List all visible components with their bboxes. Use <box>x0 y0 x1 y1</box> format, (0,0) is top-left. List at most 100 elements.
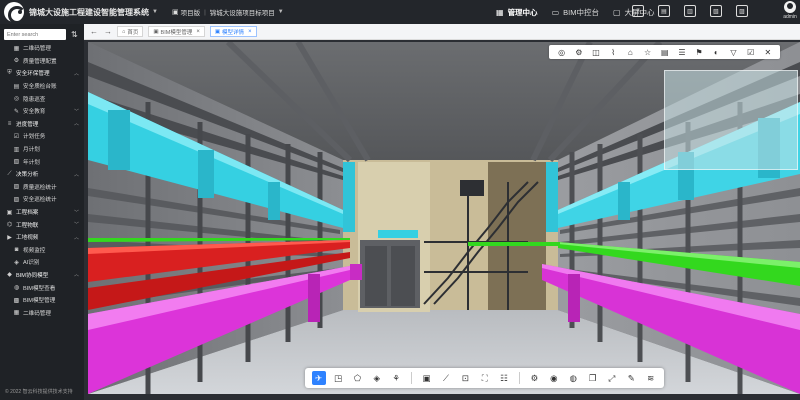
bottom-toolbar: ✈ ◳ ⬠ ◈ ⚘ ▣ ⟋ ⊡ ⛶ ☷ ⚙ ◉ ◍ ❐ ⤢ ✎ ≋ <box>305 368 665 388</box>
star-icon[interactable]: ☆ <box>642 46 654 58</box>
copy-icon[interactable]: ❐ <box>586 371 600 385</box>
sidebar-item[interactable]: ▶ 工地视频 ︿ <box>0 231 84 244</box>
camera-icon[interactable]: ◳ <box>331 371 345 385</box>
message-icon[interactable]: ≡ <box>632 5 644 17</box>
stats-icon: ▨ <box>13 196 20 203</box>
sidebar-item[interactable]: ▨ 安全巡检统计 <box>0 193 84 206</box>
sidebar-item-label: 工程物联 <box>16 222 39 229</box>
sidebar-item[interactable]: ▤ 安全质检台账 <box>0 80 84 93</box>
sidebar-item[interactable]: ▩ BIM模型管理 <box>0 294 84 307</box>
calendar-icon[interactable]: ▤ <box>658 5 670 17</box>
sidebar-item[interactable]: ◍ BIM模型查看 <box>0 281 84 294</box>
view-icon: ◍ <box>13 285 20 292</box>
bim-3d-viewer[interactable]: ◎ ⚙ ◫ ⌇ ⌂ ☆ ▤ ☰ ⚑ ◐ ▽ ☑ ✕ ✈ ◳ ⬠ ◈ ⚘ ▣ ⟋ … <box>88 42 800 394</box>
contrast-icon[interactable]: ◐ <box>710 46 722 58</box>
measure-icon[interactable]: ⟋ <box>439 371 453 385</box>
nav-bim-console[interactable]: ▭ BIM中控台 <box>552 7 599 18</box>
sidebar-item-label: 质量管理配置 <box>23 58 57 65</box>
qrcode-icon: ▦ <box>13 45 20 52</box>
nav-management-center[interactable]: ▦ 管理中心 <box>496 7 538 18</box>
tab-bim-model-management[interactable]: ▣ BIM模型管理 × <box>148 26 205 37</box>
stats-icon: ▨ <box>13 184 20 191</box>
camera-icon: ◙ <box>14 246 19 253</box>
tab-bar: ← → ⌂ 首页 ▣ BIM模型管理 × ▣ 模型详情 × <box>84 24 800 40</box>
sidebar-item[interactable]: ⌬ 工程物联 ﹀ <box>0 218 84 231</box>
sidebar-item[interactable]: ✎ 安全教育 ﹀ <box>0 105 84 118</box>
table-icon[interactable]: ▤ <box>659 46 671 58</box>
divider <box>518 372 520 384</box>
sidebar-item[interactable]: ◎ 隐患巡查 <box>0 92 84 105</box>
sidebar-item-label: 决策分析 <box>16 172 39 179</box>
sidebar-item[interactable]: ▣ 工程档案 ﹀ <box>0 206 84 219</box>
filter-icon[interactable]: ▽ <box>727 46 739 58</box>
shield-icon: ⛨ <box>7 69 12 76</box>
sidebar-item[interactable]: ☑ 计划任务 <box>0 130 84 143</box>
bell-icon[interactable]: ▨ <box>736 5 748 17</box>
sidebar-item[interactable]: ⟋ 决策分析 ︿ <box>0 168 84 181</box>
layers-icon[interactable]: ≋ <box>644 371 658 385</box>
app-logo-icon <box>4 2 26 24</box>
tab-label: 模型详情 <box>222 29 245 36</box>
pentagon-icon[interactable]: ⬠ <box>350 371 364 385</box>
split-icon[interactable]: ◫ <box>590 46 602 58</box>
tab-home[interactable]: ⌂ 首页 <box>117 26 144 37</box>
eye-icon[interactable]: ◉ <box>547 371 561 385</box>
fullscreen-icon[interactable]: ⤢ <box>605 371 619 385</box>
sidebar-item[interactable]: ◈ AI识别 <box>0 256 84 269</box>
tree-icon[interactable]: ⚘ <box>389 371 403 385</box>
project-name-label: 锦城大设施项目标项目 <box>209 10 275 17</box>
list-icon[interactable]: ☰ <box>676 46 688 58</box>
check-icon[interactable]: ☑ <box>745 46 757 58</box>
view-icon[interactable]: ◍ <box>566 371 580 385</box>
sidebar-item[interactable]: ▨ 质量巡检统计 <box>0 181 84 194</box>
home-view-icon[interactable]: ⌂ <box>624 46 636 58</box>
sidebar-item-label: 隐患巡查 <box>23 96 46 103</box>
chevron-up-icon: ︿ <box>73 70 79 77</box>
edit-icon[interactable]: ✎ <box>624 371 638 385</box>
filter-icon[interactable]: ⇅ <box>71 30 78 39</box>
tab-model-details[interactable]: ▣ 模型详情 × <box>209 26 257 37</box>
attach-icon[interactable]: ⌇ <box>607 46 619 58</box>
sidebar-item[interactable]: ▧ 年计划 <box>0 155 84 168</box>
tab-label: 首页 <box>127 29 139 36</box>
project-selector[interactable]: ▣ 项目版 | 锦城大设施项目标项目 ▼ <box>172 7 284 18</box>
walk-icon[interactable]: ✈ <box>311 371 326 385</box>
sidebar-item-label: 安全巡检统计 <box>23 197 57 204</box>
sidebar-item[interactable]: ▥ 月计划 <box>0 143 84 156</box>
settings-icon[interactable]: ⚙ <box>573 46 585 58</box>
back-arrow-icon[interactable]: ← <box>90 27 98 36</box>
user-menu[interactable]: admin <box>782 1 798 20</box>
properties-icon[interactable]: ☷ <box>497 371 511 385</box>
sidebar-item[interactable]: ◆ BIM协同模型 ︿ <box>0 269 84 282</box>
overview-panel[interactable] <box>664 70 798 170</box>
sidebar-item[interactable]: ◙ 视频监控 <box>0 244 84 257</box>
fit-icon[interactable]: ⛶ <box>478 371 492 385</box>
document-icon[interactable]: ▧ <box>710 5 722 17</box>
cube-icon[interactable]: ◈ <box>370 371 384 385</box>
search-input[interactable] <box>4 29 66 40</box>
sidebar-menu: ▦ 二维码管理 ⚙ 质量管理配置 ⛨ 安全环保管理 ︿ ▤ 安全质检台账 ◎ 隐患巡查 ✎ 安全教育 ﹀ ≡… <box>0 42 84 319</box>
flag-icon[interactable]: ⚑ <box>693 46 705 58</box>
chevron-down-icon: ﹀ <box>73 209 79 216</box>
ai-icon: ◈ <box>14 259 19 266</box>
model-icon: ▣ <box>153 28 159 35</box>
close-icon[interactable]: × <box>196 29 200 35</box>
sidebar-item[interactable]: ≡ 进度管理 ︿ <box>0 118 84 131</box>
close-icon[interactable]: × <box>248 29 252 35</box>
box-icon[interactable]: ▣ <box>420 371 434 385</box>
close-icon[interactable]: ✕ <box>762 46 774 58</box>
chevron-down-icon[interactable]: ▼ <box>152 9 158 15</box>
chevron-up-icon: ︿ <box>73 272 79 279</box>
progress-icon: ≡ <box>7 120 12 127</box>
model-icon: ▣ <box>214 28 221 35</box>
layers-icon[interactable]: ◎ <box>556 46 568 58</box>
section-icon[interactable]: ⊡ <box>458 371 472 385</box>
monitor-icon: ▭ <box>551 7 560 17</box>
sidebar-item[interactable]: ▦ 二维码管理 <box>0 42 84 55</box>
sidebar-item[interactable]: ▦ 二维码管理 <box>0 306 84 319</box>
sidebar-item[interactable]: ⚙ 质量管理配置 <box>0 55 84 68</box>
settings-icon[interactable]: ⚙ <box>527 371 541 385</box>
sidebar-item[interactable]: ⛨ 安全环保管理 ︿ <box>0 67 84 80</box>
forward-arrow-icon[interactable]: → <box>104 27 112 36</box>
book-icon[interactable]: ▥ <box>684 5 696 17</box>
